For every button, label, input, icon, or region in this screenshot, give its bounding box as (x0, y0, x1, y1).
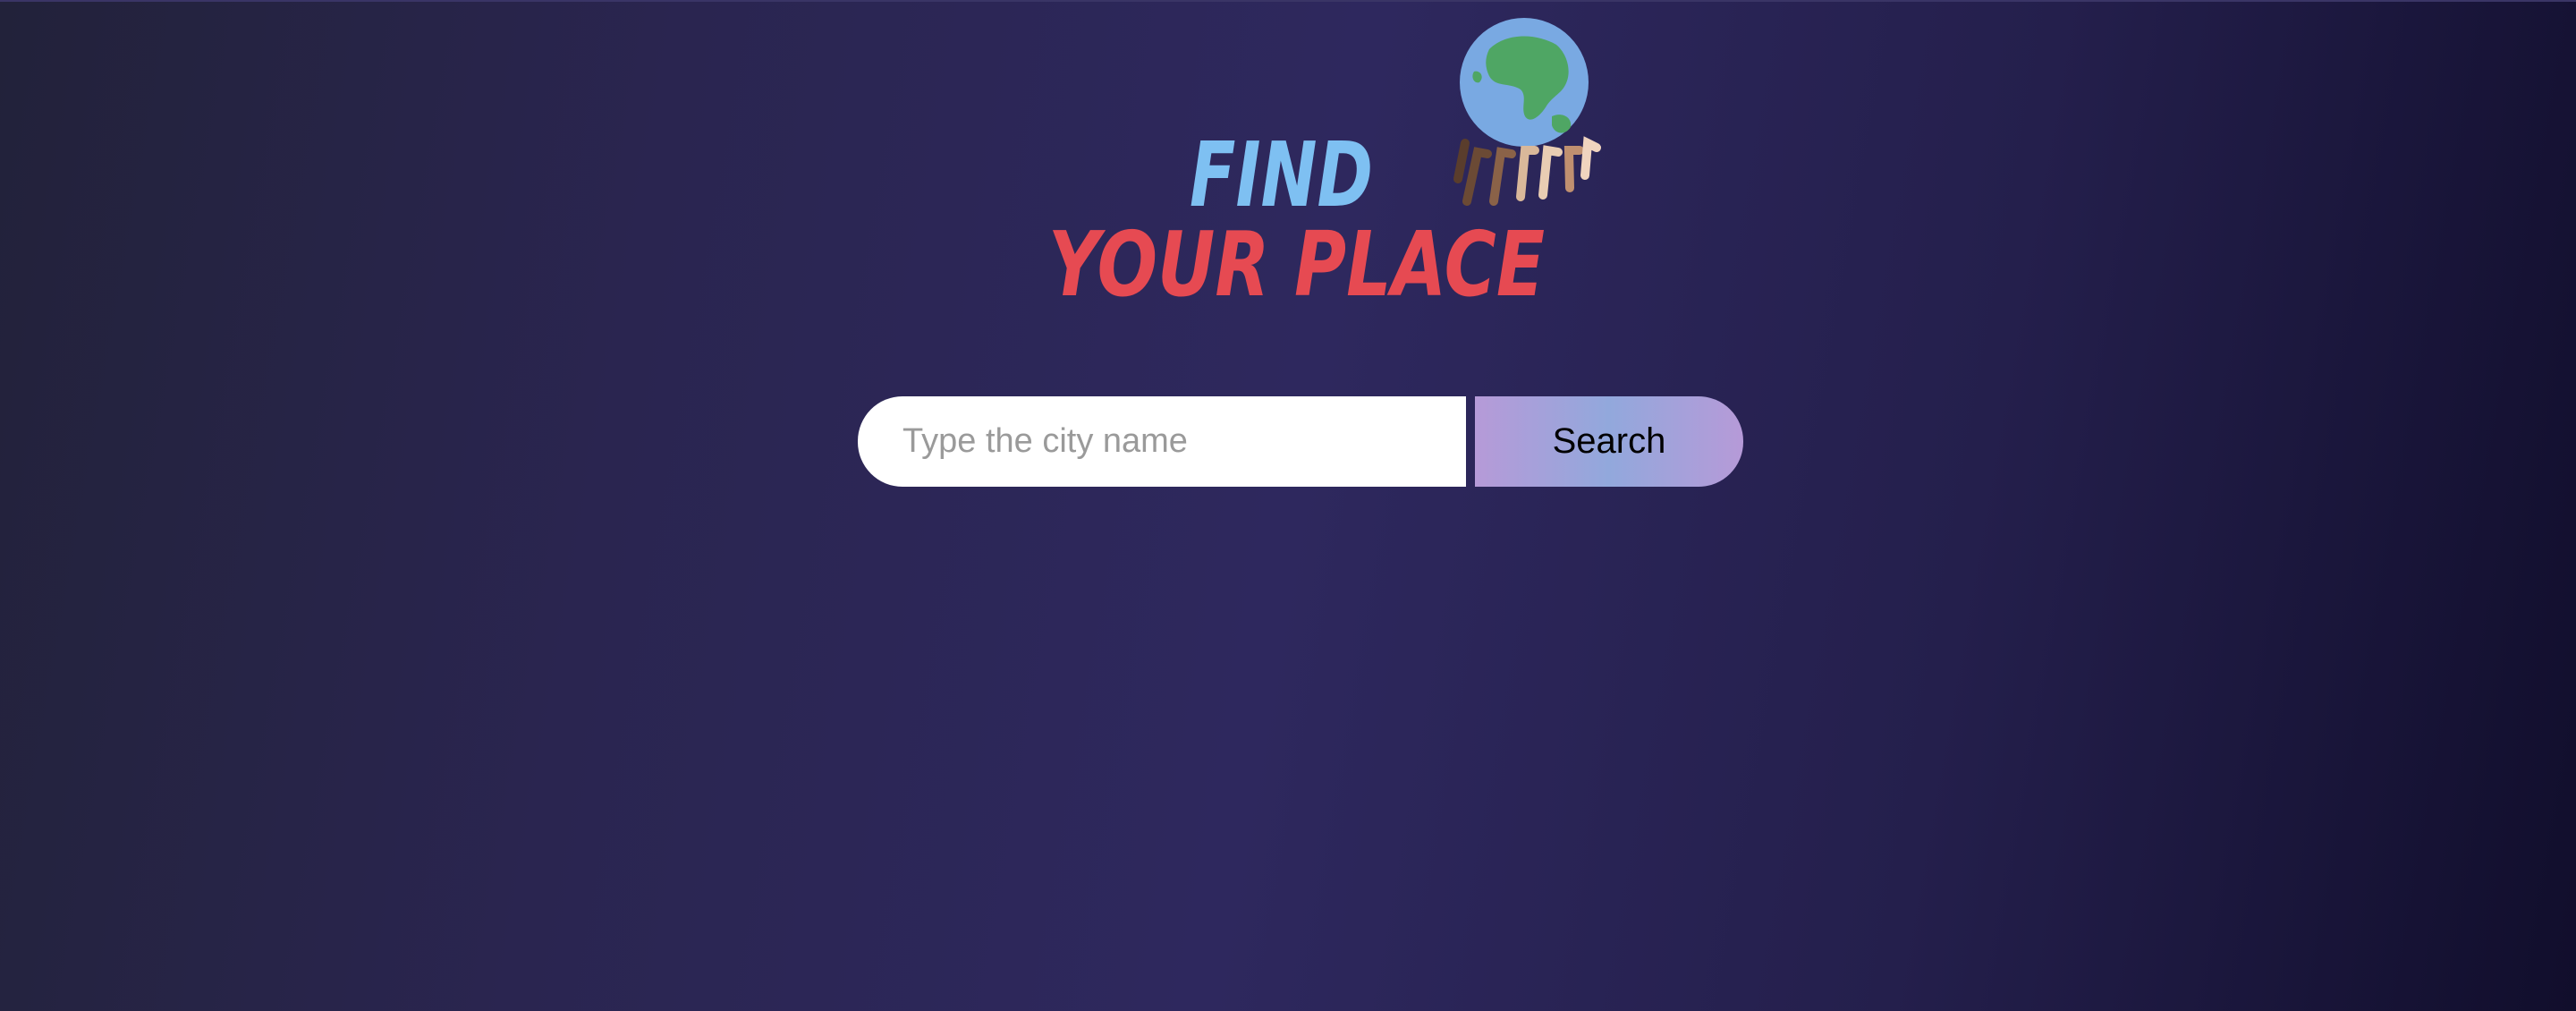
find-your-place-logo: FIND YOUR PLACE (1038, 18, 1610, 313)
search-bar: Search (858, 396, 1743, 487)
top-border (0, 0, 2576, 2)
search-button[interactable]: Search (1475, 396, 1743, 487)
city-search-input[interactable] (858, 396, 1466, 487)
logo-line-your-place: YOUR PLACE (1048, 212, 1545, 313)
globe-with-hands-icon (1453, 18, 1601, 206)
